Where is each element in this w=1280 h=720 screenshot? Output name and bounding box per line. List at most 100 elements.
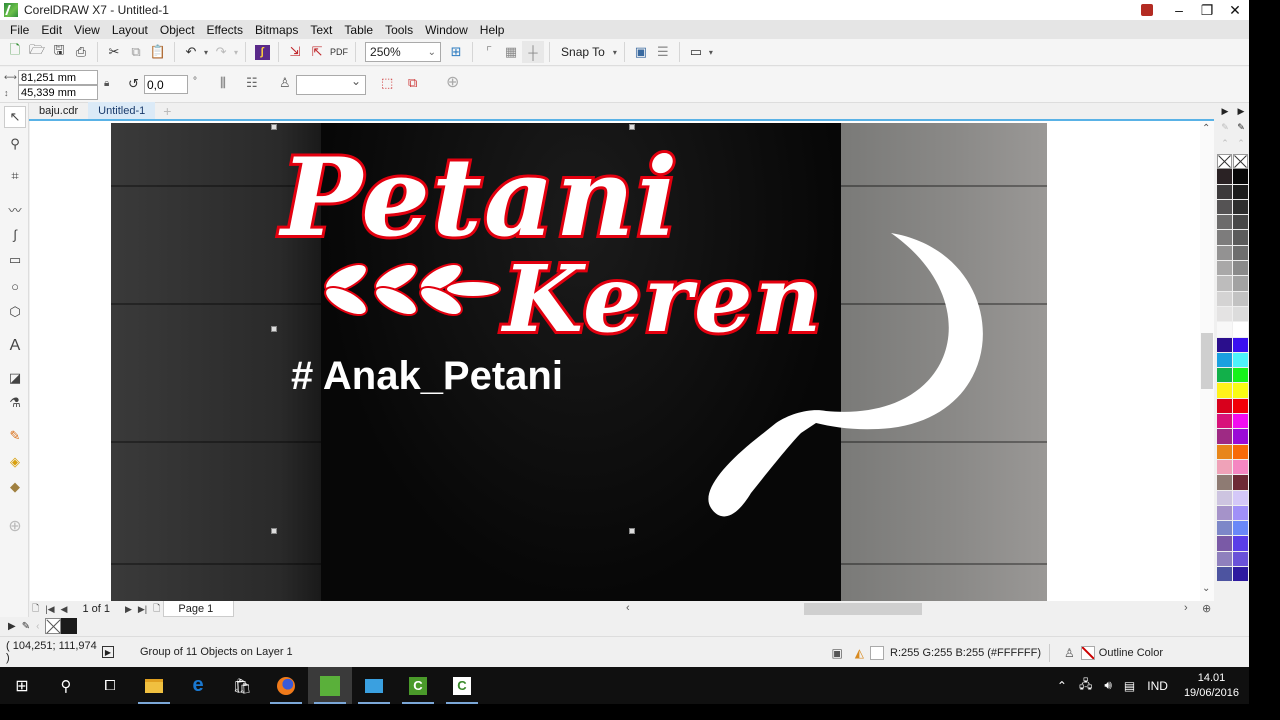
next-page-icon[interactable]: ▶ <box>125 604 132 615</box>
redo-dropdown-icon[interactable]: ▾ <box>234 48 238 57</box>
color-swatch[interactable] <box>1217 490 1232 506</box>
color-swatch[interactable] <box>1233 322 1248 338</box>
freehand-tool-icon[interactable]: 〰 <box>4 198 26 220</box>
ungroup-icon[interactable]: ⧉ <box>408 75 417 91</box>
color-swatch[interactable] <box>1233 215 1248 231</box>
start-windows-icon[interactable]: ⊞ <box>0 667 44 704</box>
publish-pdf-icon[interactable]: PDF <box>328 41 350 63</box>
color-swatch[interactable] <box>1233 245 1248 262</box>
polygon-tool-icon[interactable]: ⬡ <box>4 301 26 323</box>
show-hidden-icons-icon[interactable]: ⌃ <box>1057 679 1067 693</box>
blue-app-icon[interactable] <box>352 667 396 704</box>
launcher-dropdown-icon[interactable]: ▾ <box>709 48 713 57</box>
design-title-line1[interactable]: Petani <box>275 132 680 264</box>
color-swatch[interactable] <box>1233 184 1248 200</box>
selection-handle[interactable] <box>629 124 635 130</box>
color-swatch[interactable] <box>1233 444 1248 460</box>
color-swatch[interactable] <box>1217 414 1232 430</box>
paste-icon[interactable]: 📋 <box>147 41 169 63</box>
palette-menu-icon[interactable]: ▶ <box>1217 106 1233 122</box>
no-color-swatch[interactable] <box>1217 154 1232 170</box>
color-swatch[interactable] <box>1217 276 1232 292</box>
color-swatch[interactable] <box>1233 505 1248 522</box>
network-icon[interactable]: 🖧 <box>1079 675 1092 696</box>
palette-menu-icon[interactable]: ▶ <box>1233 106 1249 122</box>
color-swatch[interactable] <box>1217 230 1232 246</box>
add-page-after-icon[interactable]: 🗋 <box>153 601 160 617</box>
clock[interactable]: 14.01 19/06/2016 <box>1184 671 1239 701</box>
outline-pen-icon[interactable]: ♙ <box>1064 646 1075 660</box>
interactive-fill-icon[interactable]: ◈ <box>4 451 26 473</box>
eyedropper-icon[interactable]: ✎ <box>22 621 30 632</box>
volume-icon[interactable]: 🔊︎ <box>1104 678 1112 693</box>
store-icon[interactable]: 🛍︎ <box>220 667 264 704</box>
lock-ratio-icon[interactable]: 🔒︎ <box>104 78 109 89</box>
search-content-icon[interactable]: ʃ <box>251 41 273 63</box>
menu-view[interactable]: View <box>68 23 106 37</box>
menu-table[interactable]: Table <box>338 23 379 37</box>
color-swatch[interactable] <box>1217 215 1232 231</box>
wheat-leaves-ornament[interactable] <box>322 260 501 320</box>
design-artwork[interactable]: Petani Keren # Anak_Petani <box>111 123 1047 601</box>
firefox-icon[interactable] <box>264 667 308 704</box>
color-swatch[interactable] <box>1233 306 1248 323</box>
camtasia-recorder-icon[interactable]: C <box>396 667 440 704</box>
object-height-field[interactable] <box>18 85 98 100</box>
minimize-button[interactable]: – <box>1165 2 1193 18</box>
undo-icon[interactable]: ↶ <box>180 41 202 63</box>
color-swatch[interactable] <box>1217 459 1232 476</box>
selection-handle[interactable] <box>629 528 635 534</box>
close-button[interactable]: ✕ <box>1221 2 1249 19</box>
color-swatch[interactable] <box>1233 291 1248 307</box>
snap-to-button[interactable]: Snap To <box>555 45 611 59</box>
fill-bucket-icon[interactable]: ◭ <box>855 646 864 660</box>
menu-layout[interactable]: Layout <box>106 23 154 37</box>
palette-eyedropper-icon[interactable]: ✎ <box>1217 122 1233 138</box>
color-swatch[interactable] <box>1217 505 1232 522</box>
tab-untitled-1[interactable]: Untitled-1 <box>88 102 156 119</box>
rotation-angle-field[interactable] <box>144 75 188 94</box>
color-swatch[interactable] <box>1233 414 1248 430</box>
drop-shadow-tool-icon[interactable]: ◪ <box>4 367 26 389</box>
color-swatch[interactable] <box>1233 337 1248 353</box>
color-swatch[interactable] <box>1233 567 1248 583</box>
import-icon[interactable]: ⇲ <box>284 41 306 63</box>
smart-fill-icon[interactable]: ◆ <box>4 476 26 498</box>
scroll-left-icon[interactable]: ‹ <box>626 602 630 614</box>
rectangle-tool-icon[interactable]: ▭ <box>4 249 26 271</box>
color-swatch[interactable] <box>1233 459 1248 476</box>
fill-color-swatch[interactable] <box>870 645 885 660</box>
color-swatch[interactable] <box>1217 368 1232 384</box>
scroll-up-icon[interactable]: ⌃ <box>1202 123 1210 134</box>
menu-file[interactable]: File <box>4 23 35 37</box>
color-swatch[interactable] <box>1233 398 1248 415</box>
open-icon[interactable]: 🗁 <box>26 41 48 63</box>
page-tab-1[interactable]: Page 1 <box>163 601 235 617</box>
object-width-field[interactable] <box>18 70 98 85</box>
color-swatch[interactable] <box>1233 230 1248 246</box>
menu-effects[interactable]: Effects <box>201 23 249 37</box>
save-icon[interactable]: 🖫 <box>48 41 70 63</box>
color-swatch[interactable] <box>1233 261 1248 277</box>
color-swatch[interactable] <box>1217 337 1232 353</box>
add-tool-icon[interactable]: ⊕ <box>4 515 26 537</box>
palette-scroll-up-icon[interactable]: ⌃ <box>1217 138 1233 154</box>
outline-width-combo[interactable] <box>296 74 366 95</box>
color-swatch[interactable] <box>1233 169 1248 185</box>
shape-tool-icon[interactable]: ⚲ <box>4 133 26 155</box>
show-rulers-icon[interactable]: ⌜ <box>478 41 500 63</box>
add-page-before-icon[interactable]: 🗋 <box>32 601 39 617</box>
color-swatch[interactable] <box>1217 245 1232 262</box>
color-swatch[interactable] <box>1233 368 1248 384</box>
zoom-level-combo[interactable]: 250% ⌄ <box>365 42 442 62</box>
horizontal-scroll-thumb[interactable] <box>804 603 922 615</box>
black-swatch[interactable] <box>61 618 78 634</box>
color-swatch[interactable] <box>1217 383 1232 399</box>
design-title-line2[interactable]: Keren <box>497 242 824 356</box>
show-grid-icon[interactable]: ▦ <box>500 41 522 63</box>
menu-tools[interactable]: Tools <box>379 23 419 37</box>
copy-icon[interactable]: ⧉ <box>125 41 147 63</box>
selection-handle[interactable] <box>271 124 277 130</box>
file-explorer-icon[interactable] <box>132 667 176 704</box>
color-swatch[interactable] <box>1233 352 1248 369</box>
